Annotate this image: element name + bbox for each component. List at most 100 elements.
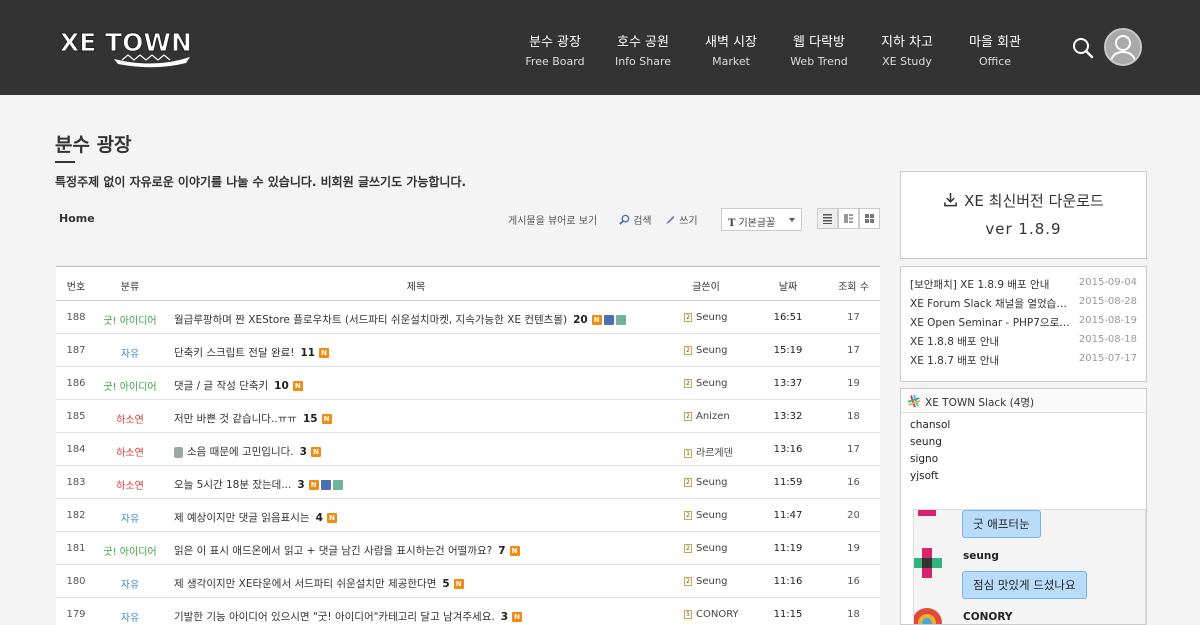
row-category[interactable]: 자유 <box>90 345 170 360</box>
table-row[interactable]: 179 자유 기발한 기능 아이디어 있으시면 "굿! 아이디어"카테고리 달고 남… <box>56 598 880 625</box>
row-author[interactable]: 2 Seung <box>684 378 728 389</box>
row-title-link[interactable]: 소음 때문에 고민입니다. 3 N <box>174 444 321 459</box>
slack-member[interactable]: yjsoft <box>910 470 939 482</box>
notice-date: 2015-08-18 <box>1078 334 1137 345</box>
breadcrumb-home[interactable]: Home <box>59 212 95 225</box>
row-title-link[interactable]: 제 예상이지만 댓글 읽음표시는 4 N <box>174 510 337 525</box>
notice-item[interactable]: [보안패치] XE 1.8.9 배포 안내 2015-09-04 <box>910 274 1137 293</box>
list-view-button[interactable] <box>817 208 838 229</box>
row-author-name: Seung <box>696 312 728 323</box>
row-views: 19 <box>847 378 860 389</box>
member-level-icon: 2 <box>684 411 692 421</box>
row-category[interactable]: 하소연 <box>90 444 170 459</box>
row-author[interactable]: 2 Seung <box>684 477 728 488</box>
table-row[interactable]: 185 하소연 저만 바쁜 것 같습니다..ㅠㅠ 15 N 2 Anizen 13:32 18 <box>56 400 880 433</box>
slack-member[interactable]: seung <box>910 436 942 448</box>
row-views: 16 <box>847 576 860 587</box>
row-title-link[interactable]: 댓글 / 글 작성 단축키 10 N <box>174 378 303 393</box>
comment-count: 3 <box>297 479 305 491</box>
slack-member[interactable]: signo <box>910 453 938 465</box>
row-author[interactable]: 2 Seung <box>684 312 728 323</box>
table-row[interactable]: 188 굿! 아이디어 월급루팡하며 짠 XEStore 플로우차트 (서드파티 쉬… <box>56 301 880 334</box>
notice-date: 2015-08-28 <box>1078 296 1137 307</box>
nav-item-office[interactable]: 마을 회관 Office <box>950 34 1040 70</box>
table-row[interactable]: 182 자유 제 예상이지만 댓글 읽음표시는 4 N 2 Seung 11:47 20 <box>56 499 880 532</box>
row-title-link[interactable]: 월급루팡하며 짠 XEStore 플로우차트 (서드파티 쉬운설치마켓, 지속가… <box>174 312 626 327</box>
row-title-link[interactable]: 저만 바쁜 것 같습니다..ㅠㅠ 15 N <box>174 411 332 426</box>
row-title: 댓글 / 글 작성 단축키 <box>174 380 269 392</box>
new-badge: N <box>509 546 520 556</box>
gallery-view-button[interactable] <box>859 208 880 229</box>
row-author[interactable]: 2 Seung <box>684 510 728 521</box>
notice-title: XE 1.8.8 배포 안내 <box>910 336 1000 348</box>
row-title: 제 예상이지만 댓글 읽음표시는 <box>174 512 310 524</box>
xe-town-logo[interactable]: XE TOWN <box>58 27 194 69</box>
row-category[interactable]: 자유 <box>90 609 170 624</box>
row-author[interactable]: 2 Seung <box>684 345 728 356</box>
slack-chat-area[interactable]: 굿 애프터눈 seung 점심 맛있게 드셨나요 CONORY <box>913 509 1146 624</box>
row-author[interactable]: 1 라르게덴 <box>684 444 733 459</box>
row-category[interactable]: 굿! 아이디어 <box>90 378 170 393</box>
write-link[interactable]: 쓰기 <box>665 212 698 227</box>
nav-item-xe-study[interactable]: 지하 차고 XE Study <box>862 34 952 70</box>
download-latest-box[interactable]: XE 최신버전 다운로드 ver 1.8.9 <box>900 171 1147 259</box>
table-row[interactable]: 181 굿! 아이디어 읽은 이 표시 애드온에서 읽고 + 댓글 남긴 사람을 표… <box>56 532 880 565</box>
nav-item-web-trend[interactable]: 웹 다락방 Web Trend <box>774 34 864 70</box>
member-level-icon: 2 <box>684 543 692 553</box>
row-author[interactable]: 5 CONORY <box>684 609 739 620</box>
file-icon <box>603 315 614 325</box>
nav-label-en: Web Trend <box>790 55 848 68</box>
row-author[interactable]: 2 Seung <box>684 576 728 587</box>
slack-member[interactable]: chansol <box>910 419 950 431</box>
member-level-icon: 2 <box>684 477 692 487</box>
font-select[interactable]: T 기본글꼴 <box>721 208 802 231</box>
user-avatar[interactable] <box>1104 28 1142 66</box>
table-row[interactable]: 180 자유 제 생각이지만 XE타운에서 서드파티 쉬운설치만 제공한다면 5 N 2 S… <box>56 565 880 598</box>
notice-item[interactable]: XE 1.8.7 배포 안내 2015-07-17 <box>910 350 1137 369</box>
comment-count: 3 <box>500 611 509 623</box>
row-title-link[interactable]: 단축키 스크립트 전달 완료! 11 N <box>174 345 330 360</box>
row-date: 13:32 <box>773 411 803 422</box>
nav-item-free-board[interactable]: 분수 광장 Free Board <box>510 34 600 70</box>
row-category[interactable]: 하소연 <box>90 477 170 492</box>
notice-item[interactable]: XE 1.8.8 배포 안내 2015-08-18 <box>910 331 1137 350</box>
row-author-name: Anizen <box>696 411 730 422</box>
slack-title: XE TOWN Slack (4명) <box>925 397 1035 409</box>
member-level-icon: 2 <box>684 576 692 586</box>
search-icon[interactable] <box>1071 36 1095 60</box>
nav-item-info-share[interactable]: 호수 공원 Info Share <box>598 34 688 70</box>
search-link[interactable]: 검색 <box>619 212 652 227</box>
member-level-icon: 2 <box>684 510 692 520</box>
new-badge: N <box>321 414 332 424</box>
row-title-link[interactable]: 제 생각이지만 XE타운에서 서드파티 쉬운설치만 제공한다면 5 N <box>174 576 464 591</box>
row-author[interactable]: 2 Seung <box>684 543 728 554</box>
image-icon <box>615 315 626 325</box>
table-row[interactable]: 184 하소연 소음 때문에 고민입니다. 3 N 1 라르게덴 13:16 17 <box>56 433 880 466</box>
notice-item[interactable]: XE Forum Slack 채널을 열었습니다 2015-08-28 <box>910 293 1137 312</box>
comment-count: 20 <box>573 314 588 326</box>
row-views: 19 <box>847 543 860 554</box>
row-category[interactable]: 자유 <box>90 510 170 525</box>
row-category[interactable]: 하소연 <box>90 411 170 426</box>
row-title: 제 생각이지만 XE타운에서 서드파티 쉬운설치만 제공한다면 <box>174 578 437 590</box>
webzine-view-button[interactable] <box>838 208 859 229</box>
row-author[interactable]: 2 Anizen <box>684 411 730 422</box>
row-title-link[interactable]: 오늘 5시간 18분 잤는데... 3 N <box>174 477 343 492</box>
table-row[interactable]: 187 자유 단축키 스크립트 전달 완료! 11 N 2 Seung 15:19 17 <box>56 334 880 367</box>
notice-item[interactable]: XE Open Seminar - PHP7으로 가는 길 2015-08-19 <box>910 312 1137 331</box>
viewer-mode-link[interactable]: 게시물을 뷰어로 보기 <box>508 212 597 227</box>
table-row[interactable]: 186 굿! 아이디어 댓글 / 글 작성 단축키 10 N 2 Seung 13:37 19 <box>56 367 880 400</box>
pencil-icon <box>665 215 675 225</box>
col-category: 분류 <box>120 282 140 293</box>
member-level-icon: 2 <box>684 345 692 355</box>
row-category[interactable]: 굿! 아이디어 <box>90 543 170 558</box>
row-category[interactable]: 굿! 아이디어 <box>90 312 170 327</box>
row-title-link[interactable]: 읽은 이 표시 애드온에서 읽고 + 댓글 남긴 사람을 표시하는건 어떨까요?… <box>174 543 520 558</box>
col-views: 조회 수 <box>838 282 869 293</box>
row-category[interactable]: 자유 <box>90 576 170 591</box>
download-icon <box>944 192 958 207</box>
row-title-link[interactable]: 기발한 기능 아이디어 있으시면 "굿! 아이디어"카테고리 달고 남겨주세요.… <box>174 609 523 624</box>
table-row[interactable]: 183 하소연 오늘 5시간 18분 잤는데... 3 N 2 Seung 11:59 16 <box>56 466 880 499</box>
nav-item-market[interactable]: 새벽 시장 Market <box>686 34 776 70</box>
row-title: 월급루팡하며 짠 XEStore 플로우차트 (서드파티 쉬운설치마켓, 지속가… <box>174 314 568 326</box>
